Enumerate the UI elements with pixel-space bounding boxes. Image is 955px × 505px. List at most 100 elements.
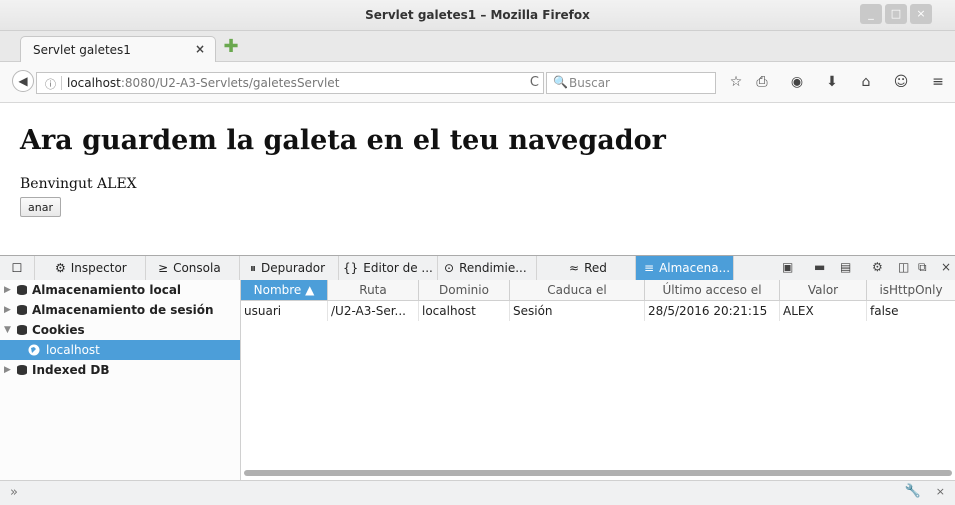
maximize-button[interactable]: □ [885,4,907,24]
tab-almacenamiento-label: Almacena... [659,261,731,275]
anar-button[interactable]: anar [20,197,61,217]
url-host: localhost [67,76,121,90]
undock-icon[interactable]: ⧉ [918,260,927,275]
cookies-table: Nombre ▲ Ruta Dominio Caduca el Último a… [241,280,955,470]
performance-icon: ⊙ [444,261,455,275]
back-arrow-icon[interactable]: ◀ [12,70,34,92]
info-icon[interactable]: ⓘ [45,76,56,92]
devtools-toolbar: ☐ ⚙ Inspector ≥ Consola ⏸ Depurador {} Edito… [0,255,955,281]
url-divider [61,76,62,90]
table-row[interactable]: usuari /U2-A3-Ser... localhost Sesión 28… [241,301,955,321]
column-header-caduca-el[interactable]: Caduca el [510,280,645,300]
url-bar[interactable]: ⓘ localhost:8080/U2-A3-Servlets/galetesS… [36,72,544,94]
tab-red[interactable]: ≈ Red [537,256,636,280]
cell-ishttponly: false [870,304,899,318]
tab-strip: Servlet galetes1 × ✚ [0,31,955,62]
close-icon[interactable]: × [936,485,945,498]
frame-select-icon[interactable]: ▣ [782,260,793,274]
search-box[interactable]: 🔍 Buscar [546,72,716,94]
column-header-ruta[interactable]: Ruta [328,280,419,300]
window-title: Servlet galetes1 – Mozilla Firefox [365,8,590,22]
database-icon [17,305,27,315]
tree-label: Cookies [32,323,85,337]
responsive-icon[interactable]: ▤ [840,260,851,274]
pick-element-glyph: ☐ [11,261,23,275]
bookmarks-list-icon[interactable]: ⎙ [753,72,771,92]
bookmark-star-icon[interactable]: ☆ [727,72,745,92]
navigation-toolbar: ◀ ⓘ localhost:8080/U2-A3-Servlets/galete… [0,62,955,103]
column-header-valor[interactable]: Valor [780,280,867,300]
new-tab-icon[interactable]: ✚ [222,38,240,56]
tree-item-cookies[interactable]: ▼ Cookies [0,320,240,340]
tree-label: localhost [46,343,100,357]
page-heading: Ara guardem la galeta en el teu navegado… [20,125,666,156]
page-content: Ara guardem la galeta en el teu navegado… [0,103,955,255]
cell-ruta: /U2-A3-Ser... [328,301,419,321]
table-header: Nombre ▲ Ruta Dominio Caduca el Último a… [241,280,955,301]
tab-depurador[interactable]: ⏸ Depurador [240,256,339,280]
network-icon: ≈ [569,261,580,275]
dock-side-icon[interactable]: ◫ [898,260,909,274]
debugger-icon: ⏸ [250,261,257,275]
cell-valor: ALEX [780,301,867,321]
expand-arrow-icon[interactable]: ▶ [4,300,11,320]
tab-depurador-label: Depurador [261,261,326,275]
close-devtools-icon[interactable]: × [941,260,951,274]
tree-item-almacenamiento-sesion[interactable]: ▶ Almacenamiento de sesión [0,300,240,320]
hello-chat-icon[interactable]: ☺ [892,72,910,92]
tree-label: Almacenamiento de sesión [32,303,214,317]
pocket-icon[interactable]: ◉ [788,72,806,92]
url-path: :8080/U2-A3-Servlets/galetesServlet [120,76,340,90]
globe-icon [28,344,40,356]
window-titlebar: Servlet galetes1 – Mozilla Firefox _ □ × [0,0,955,31]
tab-label: Servlet galetes1 [33,43,131,57]
chevron-right-icon[interactable]: » [10,485,18,500]
devtools-status-bar: » 🔧 × [0,480,955,505]
column-header-ultimo-acceso[interactable]: Último acceso el [645,280,780,300]
tab-red-label: Red [584,261,607,275]
tab-inspector-label: Inspector [70,261,127,275]
collapse-arrow-icon[interactable]: ▼ [4,320,11,340]
column-header-dominio[interactable]: Dominio [419,280,510,300]
database-icon [17,365,27,375]
pick-element-icon[interactable]: ☐ [0,256,35,280]
tree-item-almacenamiento-local[interactable]: ▶ Almacenamiento local [0,280,240,300]
tree-item-indexed-db[interactable]: ▶ Indexed DB [0,360,240,380]
tab-almacenamiento[interactable]: ≡ Almacena... [636,256,734,280]
tree-label: Indexed DB [32,363,110,377]
tab-rendimiento[interactable]: ⊙ Rendimie... [438,256,537,280]
column-header-ishttponly[interactable]: isHttpOnly [867,280,955,300]
column-header-nombre[interactable]: Nombre ▲ [241,280,328,300]
inspector-icon: ⚙ [55,261,66,275]
menu-icon[interactable]: ≡ [929,72,947,92]
split-console-icon[interactable]: ▬ [814,260,825,274]
tab-inspector[interactable]: ⚙ Inspector [35,256,146,280]
close-window-button[interactable]: × [910,4,932,24]
settings-gear-icon[interactable]: ⚙ [872,260,883,274]
minimize-button[interactable]: _ [860,4,882,24]
expand-arrow-icon[interactable]: ▶ [4,280,11,300]
style-editor-icon: {} [343,261,359,275]
download-icon[interactable]: ⬇ [823,72,841,92]
tab-consola[interactable]: ≥ Consola [146,256,240,280]
url-text[interactable]: localhost:8080/U2-A3-Servlets/galetesSer… [67,76,339,90]
database-icon [17,325,27,335]
reload-icon[interactable]: C [530,75,539,90]
tab-editor-label: Editor de ... [363,261,433,275]
tab-close-icon[interactable]: × [195,42,205,56]
tab-editor-de-estilos[interactable]: {} Editor de ... [339,256,438,280]
tab-servlet-galetes1[interactable]: Servlet galetes1 × [20,36,216,62]
cell-dominio: localhost [419,301,510,321]
welcome-text: Benvingut ALEX [20,176,137,192]
wrench-icon[interactable]: 🔧 [905,484,921,499]
cell-nombre: usuari [241,301,328,321]
cell-ultimo-acceso: 28/5/2016 20:21:15 [645,301,780,321]
storage-tree: ▶ Almacenamiento local ▶ Almacenamiento … [0,280,241,480]
tree-label: Almacenamiento local [32,283,182,297]
expand-arrow-icon[interactable]: ▶ [4,360,11,380]
home-icon[interactable]: ⌂ [857,72,875,92]
tree-item-localhost[interactable]: localhost [0,340,240,360]
tab-consola-label: Consola [173,261,221,275]
cell-caduca-el: Sesión [510,301,645,321]
horizontal-scrollbar[interactable] [244,470,952,476]
